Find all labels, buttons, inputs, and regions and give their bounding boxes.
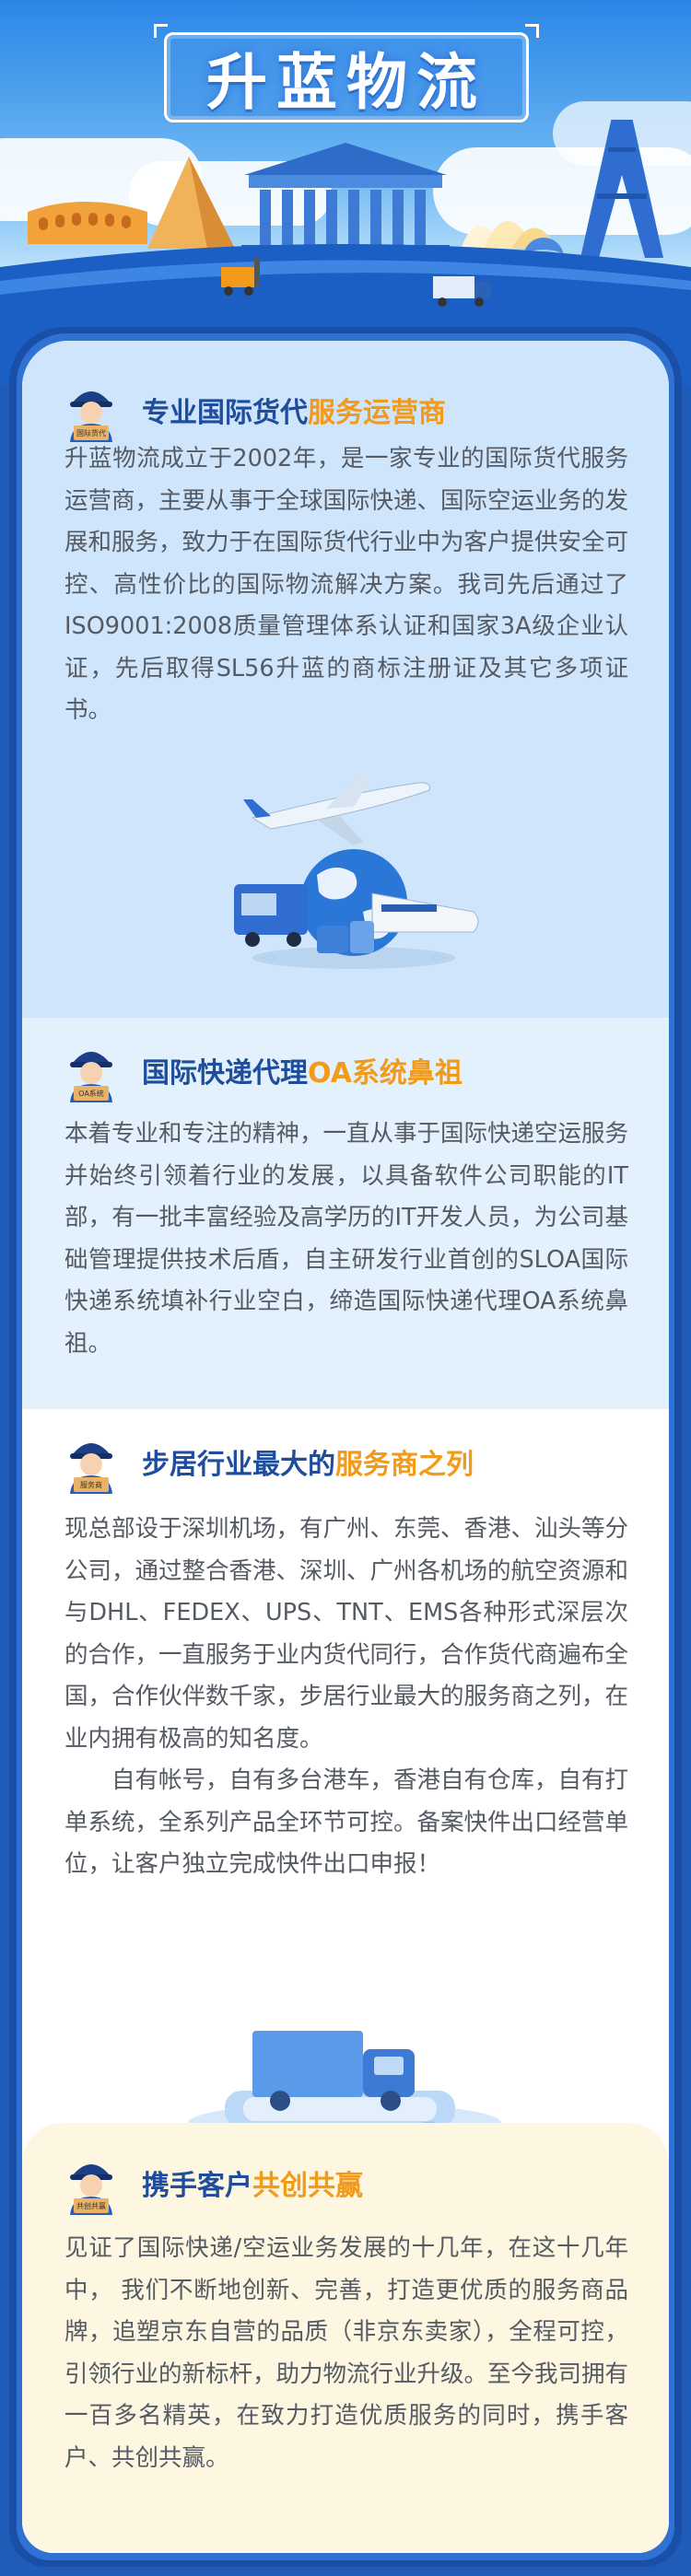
eiffel-tower-icon — [580, 120, 663, 258]
page-title: 升蓝物流 — [206, 47, 486, 118]
mascot-badge: 共创共赢 — [76, 2202, 106, 2210]
airplane-icon — [243, 774, 430, 845]
section-body: 本着专业和专注的精神，一直从事于国际快递空运服务并始终引领着行业的发展，以具备软… — [64, 1113, 628, 1365]
section-header: 国际货代 专业国际货代服务运营商 — [59, 378, 446, 442]
colosseum-icon — [28, 202, 147, 244]
section-header: 服务商 步居行业最大的服务商之列 — [59, 1429, 474, 1494]
title-highlight: 共创共赢 — [252, 2170, 363, 2202]
paragraph: 自有帐号，自有多台港车，香港自有仓库，自有打单系统，全系列产品全环节可控。备案快… — [64, 1766, 629, 1878]
title-highlight: 服务商之列 — [335, 1449, 474, 1481]
mascot-badge: 服务商 — [80, 1481, 102, 1489]
section-service-scale: 服务商 步居行业最大的服务商之列 现总部设于深圳机场，有广州、东莞、香港、汕头等… — [22, 1409, 669, 2210]
section-oa-system: OA系统 国际快递代理OA系统鼻祖 本着专业和专注的精神，一直从事于国际快递空运… — [22, 1018, 669, 1409]
section-win-win: 共创共赢 携手客户共创共赢 见证了国际快递/空运业务发展的十几年，在这十几年中，… — [22, 2123, 669, 2553]
section-body: 见证了国际快递/空运业务发展的十几年，在这十几年中， 我们不断地创新、完善，打造… — [64, 2228, 628, 2479]
title-main: 国际快递代理 — [142, 1057, 308, 1090]
title-main: 携手客户 — [142, 2170, 252, 2202]
truck-icon — [234, 884, 308, 947]
paragraph: 现总部设于深圳机场，有广州、东莞、香港、汕头等分公司，通过整合香港、深圳、广州各… — [64, 1515, 629, 1753]
section-header: OA系统 国际快递代理OA系统鼻祖 — [59, 1038, 463, 1102]
page-title-frame: 升蓝物流 — [154, 24, 539, 122]
airplane-globe-train-illustration — [234, 774, 479, 969]
mascot-icon: 国际货代 — [59, 378, 123, 442]
section-title: 国际快递代理OA系统鼻祖 — [142, 1050, 463, 1090]
section-title: 步居行业最大的服务商之列 — [142, 1441, 474, 1482]
train-icon — [371, 892, 479, 933]
paragraph: 本着专业和专注的精神，一直从事于国际快递空运服务并始终引领着行业的发展，以具备软… — [64, 1120, 629, 1358]
title-highlight: 服务运营商 — [308, 397, 446, 429]
section-title: 专业国际货代服务运营商 — [142, 390, 446, 430]
paragraph: 升蓝物流成立于2002年，是一家专业的国际货代服务运营商，主要从事于全球国际快递… — [64, 445, 629, 724]
section-company-profile: 国际货代 专业国际货代服务运营商 升蓝物流成立于2002年，是一家专业的国际货代… — [22, 341, 669, 1018]
mascot-icon: 服务商 — [59, 1429, 123, 1494]
mascot-icon: 共创共赢 — [59, 2151, 123, 2215]
temple-icon — [241, 143, 450, 256]
mascot-badge: OA系统 — [78, 1090, 104, 1098]
pyramid-icon — [147, 157, 235, 249]
title-highlight: OA系统鼻祖 — [308, 1057, 463, 1090]
title-main: 步居行业最大的 — [142, 1449, 335, 1481]
section-body: 升蓝物流成立于2002年，是一家专业的国际货代服务运营商，主要从事于全球国际快递… — [64, 438, 628, 732]
section-body: 现总部设于深圳机场，有广州、东莞、香港、汕头等分公司，通过整合香港、深圳、广州各… — [64, 1509, 628, 1886]
title-main: 专业国际货代 — [142, 397, 308, 429]
paragraph: 见证了国际快递/空运业务发展的十几年，在这十几年中， 我们不断地创新、完善，打造… — [64, 2234, 629, 2472]
mascot-icon: OA系统 — [59, 1038, 123, 1102]
mascot-badge: 国际货代 — [76, 429, 106, 437]
luggage-icon — [317, 921, 374, 953]
content-panel: 国际货代 专业国际货代服务运营商 升蓝物流成立于2002年，是一家专业的国际货代… — [22, 341, 669, 2553]
section-title: 携手客户共创共赢 — [142, 2162, 363, 2203]
section-header: 共创共赢 携手客户共创共赢 — [59, 2151, 363, 2215]
